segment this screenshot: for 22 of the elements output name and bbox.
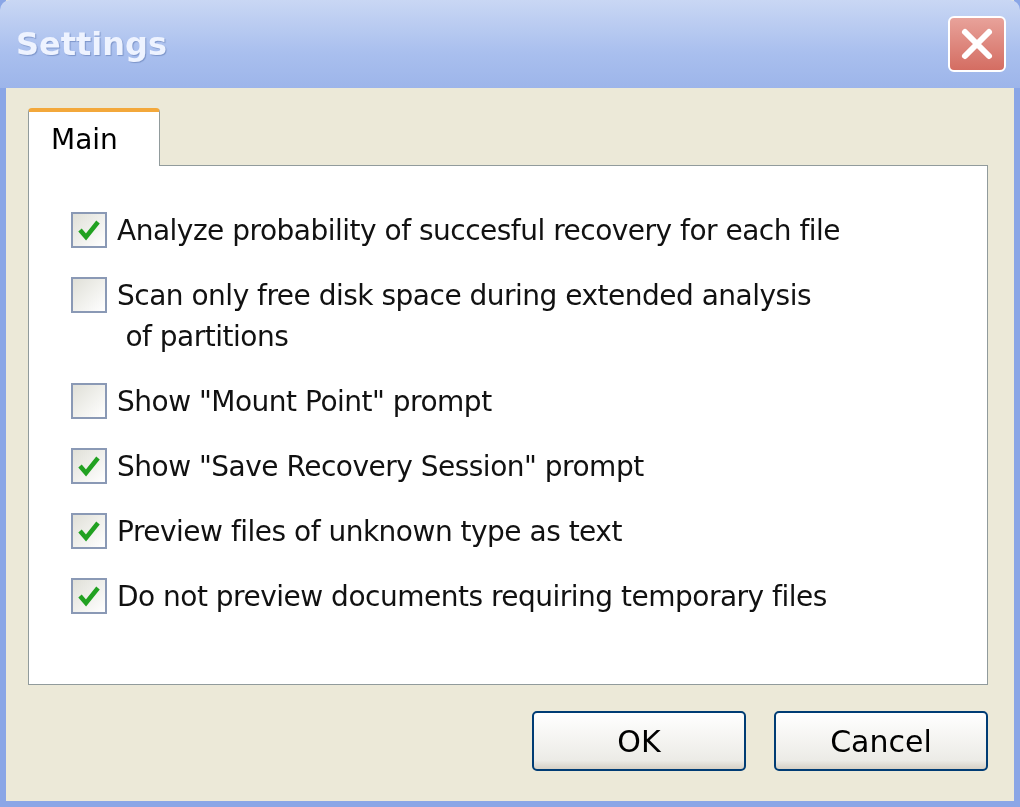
dialog-button[interactable]: Cancel [774, 711, 988, 771]
option-label: Analyze probability of succesful recovery for each file [117, 213, 841, 249]
option-label: Preview files of unknown type as text [117, 514, 622, 550]
option-label: Do not preview documents requiring temporary files [117, 579, 827, 615]
checkbox[interactable] [71, 212, 107, 248]
option-label: Show "Save Recovery Session" prompt [117, 449, 644, 485]
option-label: Scan only free disk space during extended analysis of partitions [117, 278, 812, 355]
check-icon [77, 520, 101, 542]
option-label: Show "Mount Point" prompt [117, 384, 492, 420]
checkbox[interactable] [71, 513, 107, 549]
check-icon [77, 455, 101, 477]
checkbox[interactable] [71, 578, 107, 614]
window-title: Settings [16, 25, 168, 63]
tab[interactable]: Main [28, 108, 160, 166]
close-button[interactable] [948, 16, 1006, 72]
dialog-button[interactable]: OK [532, 711, 746, 771]
close-icon [960, 27, 994, 61]
checkbox[interactable] [71, 448, 107, 484]
checkbox[interactable] [71, 277, 107, 313]
check-icon [77, 219, 101, 241]
checkbox[interactable] [71, 383, 107, 419]
check-icon [77, 585, 101, 607]
